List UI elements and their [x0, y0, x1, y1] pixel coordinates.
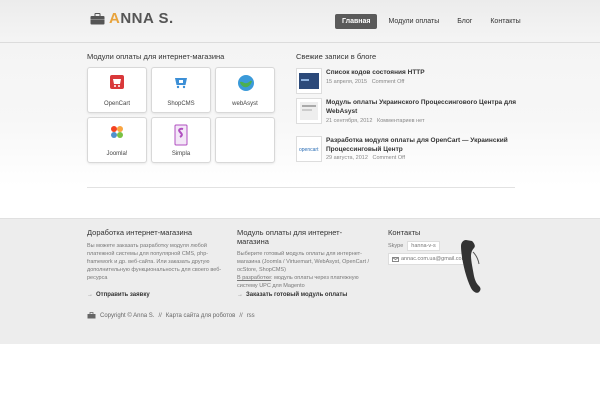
nav-item-payment-modules[interactable]: Модули оплаты: [381, 14, 446, 29]
post-title[interactable]: Список кодов состояния HTTP: [326, 68, 516, 77]
module-tile-opencart[interactable]: OpenCart: [87, 67, 147, 113]
order-module-link[interactable]: → Заказать готовый модуль оплаты: [237, 292, 347, 298]
post-meta: 29 августа, 2012 Comment Off: [326, 155, 406, 161]
page-bottom: [0, 344, 600, 400]
tile-caption: OpenCart: [103, 101, 130, 107]
phone-icon: [461, 240, 481, 293]
copyright-bar: Copyright © Anna S. // Карта сайта для р…: [87, 312, 255, 319]
post-title[interactable]: Модуль оплаты Украинского Процессинговог…: [326, 98, 516, 116]
footer-col3-title: Контакты: [388, 228, 421, 237]
module-tile-shopcms[interactable]: ShopCMS: [151, 67, 211, 113]
post-thumbnail[interactable]: [296, 68, 322, 94]
arrow-right-icon: →: [87, 292, 93, 298]
http-icon: [299, 73, 319, 89]
header-divider: [0, 42, 600, 43]
footer-col1-title: Доработка интернет-магазина: [87, 228, 193, 237]
main-nav: Главная Модули оплаты Блог Контакты: [335, 14, 528, 29]
footer-col2-title: Модуль оплаты для интернет-магазина: [237, 228, 343, 246]
module-tile-webasyst[interactable]: webAsyst: [215, 67, 275, 113]
opencart-icon: [110, 75, 124, 89]
post-meta: 21 сентября, 2012 Комментариев нет: [326, 118, 425, 124]
site-title: ANNA S.: [109, 10, 174, 27]
arrow-right-icon: →: [237, 292, 243, 298]
blog-section-title: Свежие записи в блоге: [296, 52, 377, 61]
blog-post: opencart Разработка модуля оплаты для Op…: [296, 136, 516, 166]
rss-link[interactable]: rss: [247, 313, 255, 319]
shopcms-icon: [175, 78, 187, 89]
nav-item-blog[interactable]: Блог: [450, 14, 479, 29]
briefcase-icon: [90, 12, 105, 24]
webasyst-icon: [238, 75, 254, 91]
sitemap-link[interactable]: Карта сайта для роботов: [166, 313, 236, 319]
tile-caption: webAsyst: [232, 101, 258, 107]
simpla-icon: [174, 124, 188, 146]
footer-col2-text: Выберите готовый модуль оплаты для интер…: [237, 251, 370, 289]
site-logo[interactable]: ANNA S.: [90, 10, 174, 27]
post-meta: 15 апреля, 2015 Comment Off: [326, 79, 405, 85]
module-tile-joomla[interactable]: Joomla!: [87, 117, 147, 163]
mail-icon: [392, 256, 399, 262]
modules-section-title: Модули оплаты для интернет-магазина: [87, 52, 225, 61]
send-request-link[interactable]: → Отправить заявку: [87, 292, 150, 298]
post-thumbnail[interactable]: opencart: [296, 136, 322, 162]
joomla-icon: [111, 126, 123, 138]
nav-item-home[interactable]: Главная: [335, 14, 378, 29]
copyright-text: Copyright © Anna S.: [100, 312, 155, 319]
tile-caption: Simpla: [171, 151, 191, 157]
blog-post: Список кодов состояния HTTP 15 апреля, 2…: [296, 68, 516, 94]
blog-post: Модуль оплаты Украинского Процессинговог…: [296, 98, 516, 128]
footer-col1-text: Вы можете заказать разработку модуля люб…: [87, 243, 222, 281]
skype-contact: Skype hanna-v-s: [388, 241, 440, 251]
tile-caption: ShopCMS: [167, 101, 195, 107]
content-divider: [87, 187, 515, 188]
webasyst-thumb-icon: [300, 102, 318, 120]
module-tile-empty[interactable]: [215, 117, 275, 163]
nav-item-contacts[interactable]: Контакты: [483, 14, 527, 29]
post-thumbnail[interactable]: [296, 98, 322, 124]
post-title[interactable]: Разработка модуля оплаты для OpenCart — …: [326, 136, 516, 154]
module-tile-simpla[interactable]: Simpla: [151, 117, 211, 163]
briefcase-icon: [87, 312, 96, 319]
svg-text:opencart: opencart: [299, 147, 319, 153]
tile-caption: Joomla!: [106, 151, 128, 157]
opencart-thumb-icon: opencart: [298, 146, 320, 153]
email-contact[interactable]: annac.com.ua@gmail.com: [388, 253, 471, 265]
skype-value[interactable]: hanna-v-s: [407, 241, 440, 251]
